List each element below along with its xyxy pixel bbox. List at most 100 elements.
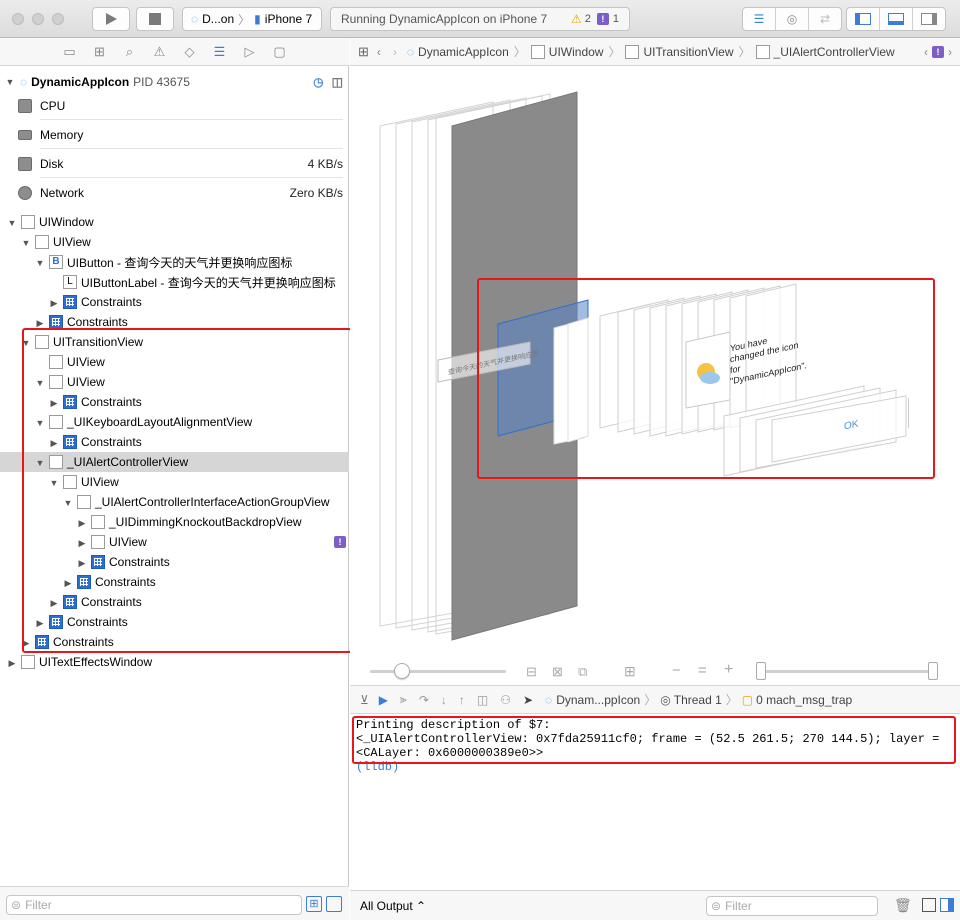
console-view-toggle-icon[interactable] [940,898,954,912]
gauge-icon[interactable]: ◷ [313,75,323,89]
range-slider-left-handle[interactable] [756,662,766,680]
disclosure-closed-icon[interactable]: ▶ [76,558,88,569]
search-icon[interactable]: ⌕ [117,42,143,62]
disclosure-open-icon[interactable]: ▼ [34,378,46,388]
tree-row[interactable]: ▶ Constraints [0,292,349,312]
hierarchy-icon[interactable]: ⊞ [87,42,113,62]
tree-row[interactable]: ▼ UIView [0,232,349,252]
continue-icon[interactable]: ⫸ [400,692,407,707]
tree-row[interactable]: ▶ Constraints [0,392,349,412]
tree-row[interactable]: ▼ _UIAlertControllerInterfaceActionGroupV… [0,492,349,512]
view-debugger-icon[interactable]: ◫ [332,75,343,89]
navigator-toggle-icon[interactable] [847,8,880,30]
forward-arrow-icon[interactable]: › [393,45,397,59]
tree-row[interactable]: ▶ Constraints [0,552,349,572]
tree-row[interactable]: ▼ UITransitionView [0,332,349,352]
memory-graph-icon[interactable]: ⚇ [500,693,511,707]
console-filter-field[interactable]: ⊜ Filter [706,896,878,916]
step-into-icon[interactable]: ↓ [441,693,447,707]
step-over-icon[interactable]: ↷ [419,693,429,707]
step-out-icon[interactable]: ↑ [459,693,465,707]
zoom-reset-icon[interactable]: = [698,662,707,679]
tree-row[interactable]: ▶ Constraints [0,312,349,332]
grid-icon[interactable]: ⊞ [358,44,369,60]
tree-row[interactable]: ▼ UIView [0,472,349,492]
show-constraints-icon[interactable]: ⊞ [306,896,322,912]
tree-row[interactable]: ▼ UIView [0,372,349,392]
assistant-editor-icon[interactable]: ◎ [776,8,809,30]
version-editor-icon[interactable]: ⇄ [809,8,841,30]
disclosure-closed-icon[interactable]: ▶ [34,318,46,329]
view-debugger-canvas[interactable]: You have changed the icon for "DynamicAp… [350,66,960,658]
debug-view-hierarchy-icon[interactable]: ◫ [477,693,488,707]
breadcrumb-item[interactable]: _UIAlertControllerView [774,45,895,59]
tree-row[interactable]: UIView [0,352,349,372]
issue-icon[interactable]: ! [932,45,944,58]
disclosure-closed-icon[interactable]: ▶ [76,518,88,529]
navigator-filter-field[interactable]: ⊜ Filter [6,895,302,915]
breakpoint-icon[interactable]: ▷ [237,42,263,62]
debug-thread[interactable]: Thread 1 [674,693,722,707]
disclosure-closed-icon[interactable]: ▶ [48,298,60,309]
issue-badge[interactable]: ! [334,536,346,548]
debug-process[interactable]: Dynam...ppIcon [556,693,640,707]
breadcrumb-item[interactable]: UIWindow [549,45,604,59]
breakpoints-toggle-icon[interactable]: ▶ [379,693,388,707]
gauge-row-memory[interactable]: Memory [0,122,349,151]
breadcrumb-item[interactable]: DynamicAppIcon [418,45,509,59]
gauge-row-network[interactable]: Network Zero KB/s [0,180,349,209]
issue-icon[interactable]: ! [596,13,609,25]
orientation-icon[interactable]: ⊞ [624,663,636,680]
utilities-toggle-icon[interactable] [913,8,945,30]
standard-editor-icon[interactable]: ☰ [743,8,776,30]
hide-debug-area-icon[interactable]: ⊻ [360,693,369,707]
disclosure-open-icon[interactable]: ▼ [62,498,74,508]
tree-row[interactable]: ▼ UIWindow [0,212,349,232]
tree-row[interactable]: ▶ Constraints [0,632,349,652]
frame-icon[interactable]: ⊠ [552,664,563,680]
range-slider-right-handle[interactable] [928,662,938,680]
spacing-slider-knob[interactable] [394,663,410,679]
disclosure-closed-icon[interactable]: ▶ [34,618,46,629]
disclosure-closed-icon[interactable]: ▶ [62,578,74,589]
warning-triangle-icon[interactable]: ⚠ [147,42,173,62]
trash-icon[interactable]: 🗑 [894,897,912,914]
disclosure-open-icon[interactable]: ▼ [6,218,18,228]
tree-row[interactable]: ▶ UITextEffectsWindow [0,652,349,672]
tree-row[interactable]: ▶ _UIDimmingKnockoutBackdropView [0,512,349,532]
disclosure-open-icon[interactable]: ▼ [34,458,46,468]
tree-row[interactable]: ▼ _UIAlertControllerView [0,452,349,472]
folder-icon[interactable]: ▭ [57,42,83,62]
gauge-row-disk[interactable]: Disk 4 KB/s [0,151,349,180]
report-icon[interactable]: ▢ [267,42,293,62]
minimize-window-button[interactable] [32,13,44,25]
gauge-row-cpu[interactable]: CPU [0,93,349,122]
disclosure-closed-icon[interactable]: ▶ [20,638,32,649]
debug-list-icon[interactable]: ☰ [207,42,233,62]
stop-button[interactable] [136,7,174,31]
zoom-window-button[interactable] [52,13,64,25]
show-hidden-views-icon[interactable] [326,896,342,912]
warning-icon[interactable]: ⚠ [571,12,582,26]
tree-row[interactable]: ▶ Constraints [0,572,349,592]
disclosure-closed-icon[interactable]: ▶ [76,538,88,549]
disclosure-open-icon[interactable]: ▼ [20,238,32,248]
issue-next-icon[interactable]: › [948,45,952,59]
back-arrow-icon[interactable]: ‹ [377,45,381,59]
disclosure-closed-icon[interactable]: ▶ [6,658,18,669]
disclosure-open-icon[interactable]: ▼ [20,338,32,348]
run-button[interactable] [92,7,130,31]
tree-row[interactable]: ▶ Constraints [0,612,349,632]
issue-prev-icon[interactable]: ‹ [924,45,928,59]
clip-icon[interactable]: ⊟ [526,664,537,680]
zoom-out-icon[interactable]: − [672,662,681,679]
disclosure-open-icon[interactable]: ▼ [48,478,60,488]
output-selector[interactable]: All Output ⌃ [360,899,426,913]
close-window-button[interactable] [12,13,24,25]
breadcrumb-item[interactable]: UITransitionView [643,45,733,59]
debug-frame[interactable]: 0 mach_msg_trap [756,693,852,707]
disclosure-open-icon[interactable]: ▼ [34,258,46,268]
tree-row[interactable]: ▶ Constraints [0,432,349,452]
disclosure-open-icon[interactable]: ▼ [4,77,16,87]
layers-icon[interactable]: ⧉ [578,664,587,680]
